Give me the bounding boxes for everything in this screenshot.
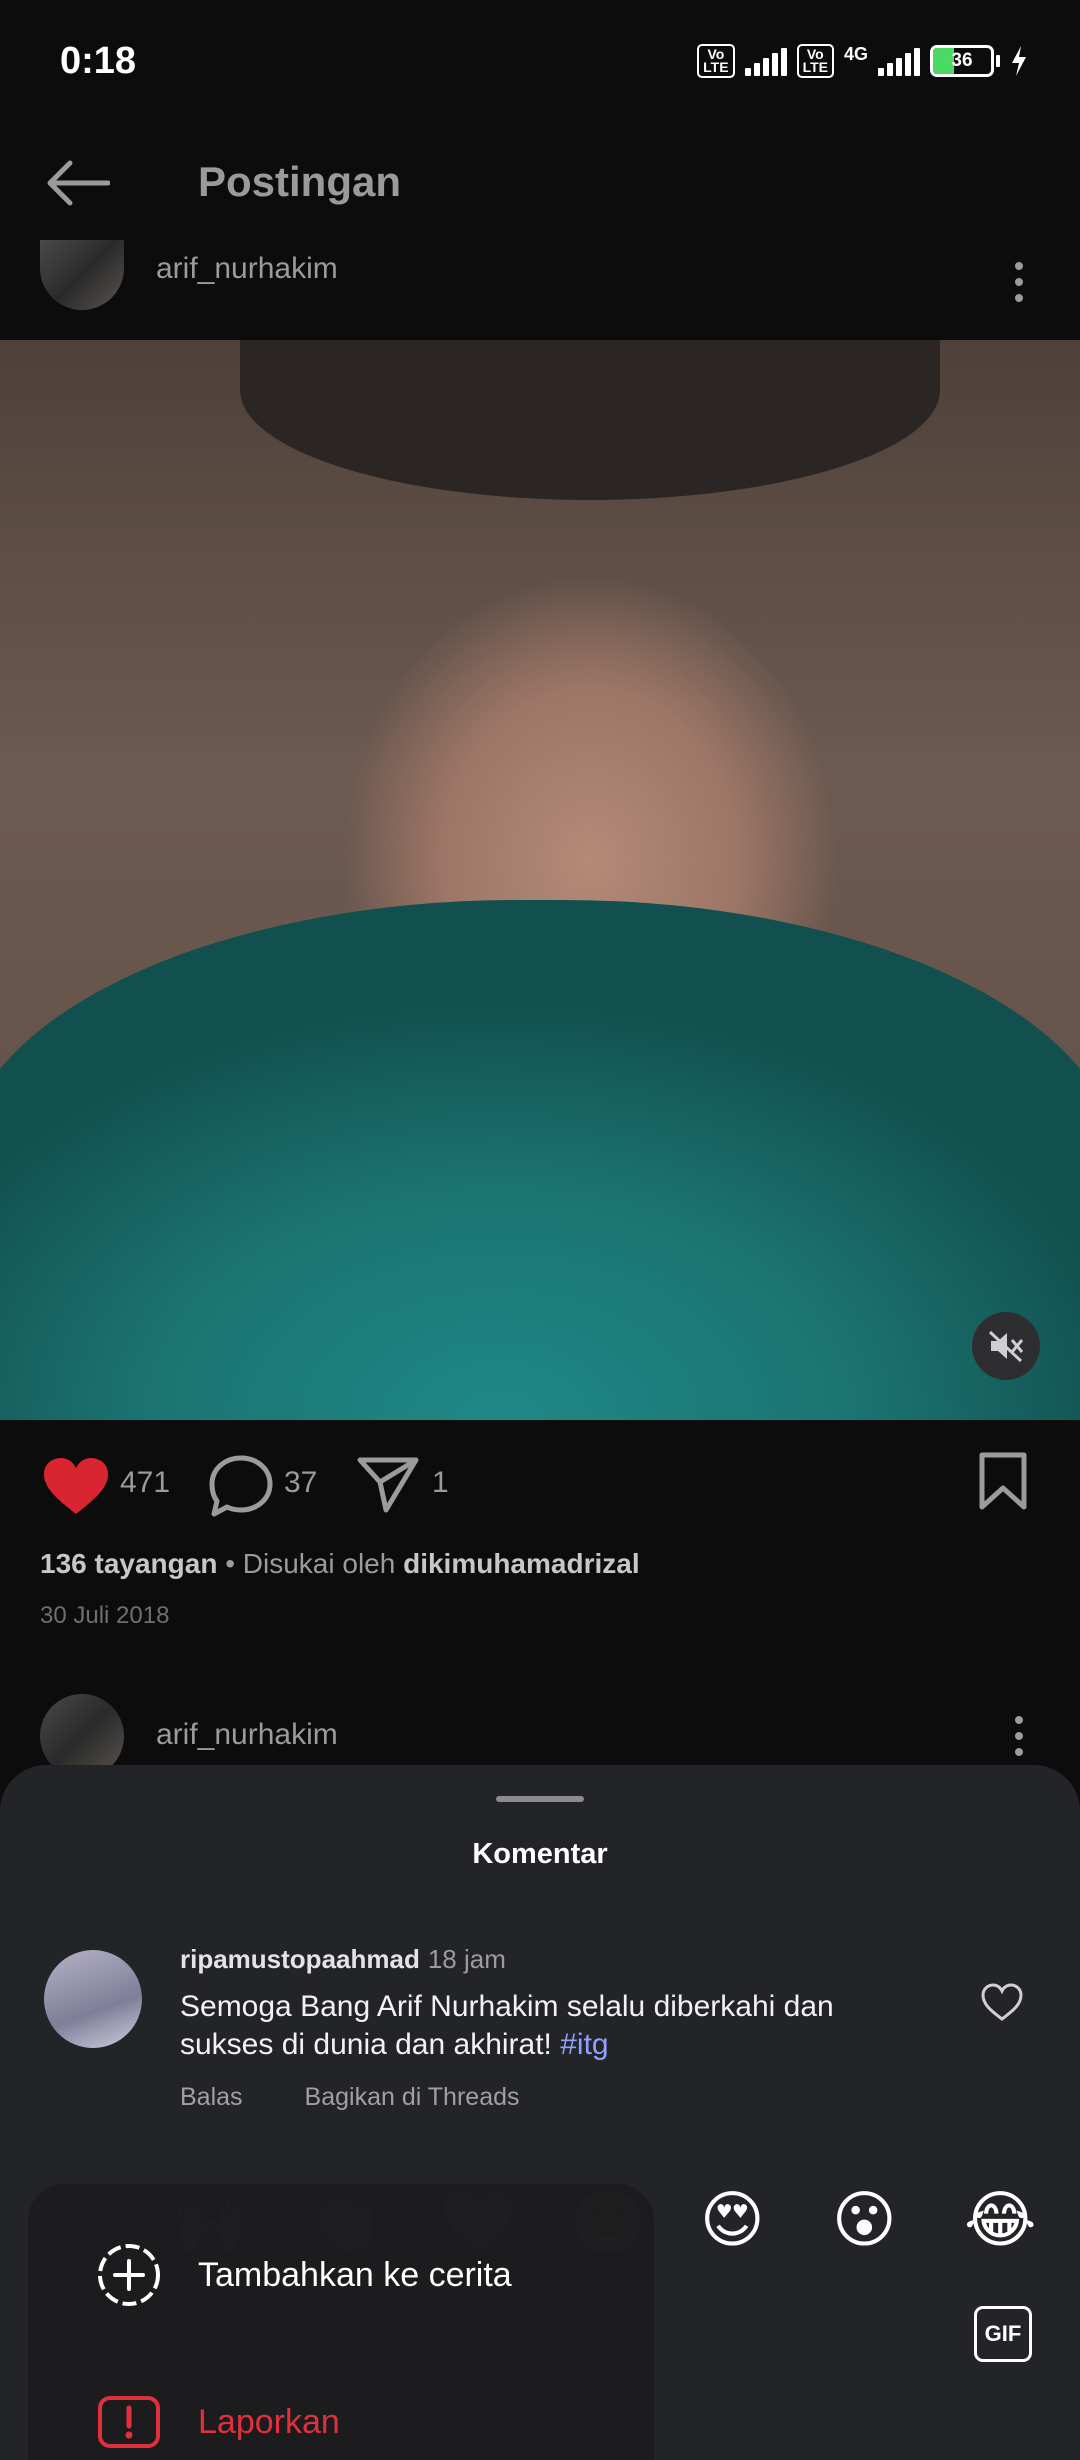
post-stats: 136 tayangan • Disukai oleh dikimuhamadr… — [40, 1548, 640, 1580]
volte-icon: Vo LTE — [697, 44, 735, 78]
comment-hashtag[interactable]: #itg — [560, 2028, 608, 2061]
drag-handle[interactable] — [496, 1796, 584, 1802]
network-type: 4G — [843, 43, 868, 64]
post-video[interactable] — [0, 340, 1080, 1420]
comment-text: Semoga Bang Arif Nurhakim selalu diberka… — [180, 1988, 900, 2064]
comment-actions: Balas Bagikan di Threads — [180, 2083, 520, 2112]
battery-level: 36 — [951, 50, 973, 71]
view-count: 136 tayangan — [40, 1548, 218, 1579]
speaker-muted-icon — [988, 1330, 1024, 1362]
commenter-avatar[interactable] — [44, 1950, 142, 2048]
comment-body: Semoga Bang Arif Nurhakim selalu diberka… — [180, 1990, 834, 2061]
volte-icon-2: Vo LTE — [796, 44, 834, 78]
bookmark-icon[interactable] — [978, 1452, 1028, 1510]
menu-add-to-story[interactable]: Tambahkan ke cerita — [96, 2242, 512, 2308]
add-story-icon — [98, 2244, 160, 2306]
like-count[interactable]: 471 — [120, 1466, 170, 1500]
heart-filled-icon[interactable] — [42, 1456, 110, 1516]
back-arrow-icon[interactable] — [44, 158, 110, 208]
charging-icon — [1012, 46, 1026, 76]
liked-by-user[interactable]: dikimuhamadrizal — [403, 1548, 640, 1579]
emoji-surprised[interactable]: 😮 — [832, 2186, 897, 2256]
menu-report[interactable]: Laporkan — [96, 2394, 340, 2450]
comment-header: ripamustopaahmad 18 jam — [180, 1944, 506, 1975]
page-title: Postingan — [198, 158, 402, 205]
signal-icon-2 — [878, 46, 920, 76]
share-threads-button[interactable]: Bagikan di Threads — [305, 2083, 520, 2112]
comment-icon[interactable] — [208, 1454, 274, 1518]
post-date: 30 Juli 2018 — [40, 1602, 170, 1629]
share-count[interactable]: 1 — [432, 1466, 449, 1500]
comment-heart-icon[interactable] — [980, 1982, 1024, 2022]
comment-count[interactable]: 37 — [284, 1466, 317, 1500]
report-label: Laporkan — [198, 2402, 340, 2441]
status-time: 0:18 — [60, 40, 137, 82]
commenter-username[interactable]: ripamustopaahmad — [180, 1944, 420, 1974]
status-icons: Vo LTE Vo LTE 4G 36 — [697, 44, 1028, 78]
reply-button[interactable]: Balas — [180, 2083, 243, 2112]
emoji-tears-of-joy[interactable]: 😂 — [964, 2186, 1036, 2256]
video-subject-shirt — [0, 900, 1080, 1420]
report-icon — [98, 2396, 160, 2448]
video-subject-hair — [240, 340, 940, 500]
next-post-more-icon[interactable] — [1014, 1716, 1024, 1756]
comment-time: 18 jam — [427, 1944, 506, 1974]
signal-icon — [744, 46, 787, 76]
emoji-heart-eyes[interactable]: 😍 — [700, 2186, 765, 2256]
mute-button[interactable] — [972, 1312, 1040, 1380]
comments-title: Komentar — [472, 1838, 608, 1870]
add-to-story-label: Tambahkan ke cerita — [198, 2255, 512, 2294]
next-post-username[interactable]: arif_nurhakim — [156, 1718, 338, 1752]
liked-by-prefix: • Disukai oleh — [217, 1548, 404, 1579]
share-icon[interactable] — [356, 1454, 420, 1514]
more-options-icon[interactable] — [1014, 262, 1024, 302]
gif-button[interactable]: GIF — [974, 2306, 1032, 2362]
battery-icon: 36 — [930, 45, 1000, 77]
avatar[interactable] — [40, 240, 124, 310]
post-username[interactable]: arif_nurhakim — [156, 252, 338, 286]
